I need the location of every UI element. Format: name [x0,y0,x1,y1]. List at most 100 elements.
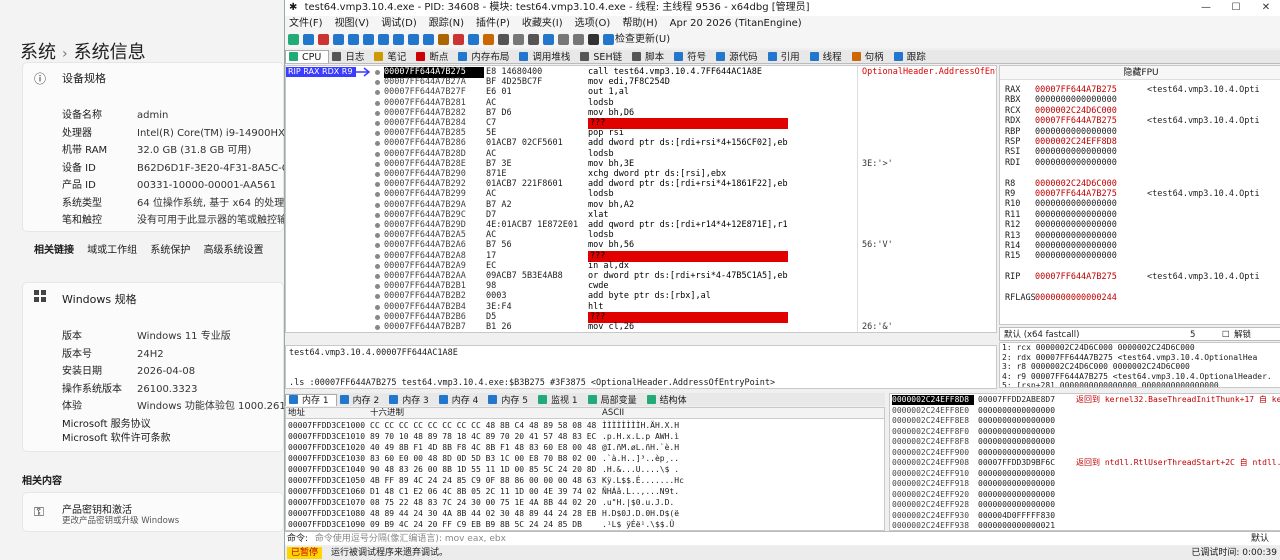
tab-log[interactable]: 日志 [329,51,371,63]
command-input[interactable]: 命令使用逗号分隔(像汇编语言): mov eax, ebx [315,534,506,544]
register-value[interactable]: 00007FF644A7B275 [1035,189,1147,199]
breakpoint-dot[interactable] [375,243,380,249]
breakpoint-dot[interactable] [375,233,380,239]
tab-symbols[interactable]: 符号 [671,51,713,63]
command-mode-select[interactable]: 默认 [1251,532,1269,546]
register-value[interactable]: 0000000000000000 [1035,210,1147,220]
cpu-disassembly-pane[interactable]: RIP RAX RDX R9 00007FF644A7B275 E8 146804… [285,65,997,333]
breakpoint-dot[interactable] [375,202,380,208]
register-value[interactable]: 0000000000000000 [1035,199,1147,209]
font-icon[interactable] [528,34,539,45]
register-value[interactable]: 0000002C24EFF8D8 [1035,137,1147,147]
breakpoint-dot[interactable] [375,223,380,228]
dump-tab[interactable]: 内存 1 [285,394,337,406]
close-icon[interactable] [453,34,464,45]
label-icon[interactable] [513,34,524,45]
breakpoint-dot[interactable] [375,141,380,147]
trace-over-icon[interactable] [408,34,419,45]
breakpoint-dot[interactable] [375,274,380,279]
register-value[interactable]: 0000000000000000 [1035,231,1147,241]
breakpoint-dot[interactable] [375,131,380,137]
register-row[interactable]: R14 0000000000000000 [1005,241,1147,251]
pause-icon[interactable] [348,34,359,45]
calc-icon[interactable] [558,34,569,45]
breakpoint-dot[interactable] [375,100,380,106]
register-row[interactable] [1005,168,1147,178]
tab-notes[interactable]: 笔记 [371,51,413,63]
register-row[interactable]: RCX 0000002C24D6C000 [1005,106,1147,116]
register-row[interactable]: R9 00007FF644A7B275 <test64.vmp3.10.4.Opti [1005,189,1260,199]
run-icon[interactable] [333,34,344,45]
menu-item[interactable]: 跟踪(N) [429,18,464,29]
register-value[interactable]: 0000000000000000 [1035,147,1147,157]
memory-dump-pane[interactable]: 地址 十六进制 ASCII 00007FFDD3CE1000 CC CC CC C… [285,407,885,531]
register-value[interactable]: 00007FF644A7B275 [1035,272,1147,282]
maximize-icon[interactable]: ☐ [1221,0,1251,16]
breakpoint-dot[interactable] [375,212,380,218]
register-row[interactable]: RSP 0000002C24EFF8D8 [1005,137,1147,147]
register-row[interactable] [1005,262,1147,272]
minimize-icon[interactable]: — [1191,0,1221,16]
dump-tab[interactable]: 内存 3 [386,395,436,406]
menu-item[interactable]: 调试(D) [381,18,417,29]
link-ms-license[interactable]: Microsoft 软件许可条款 [62,429,171,444]
menu-item[interactable]: 视图(V) [335,18,370,29]
register-value[interactable]: 0000000000000000 [1035,158,1147,168]
breakpoint-dot[interactable] [375,192,380,198]
breakpoint-dot[interactable] [375,151,380,157]
breakpoint-dot[interactable] [375,90,380,96]
unlock-checkbox[interactable]: ☐ [1222,328,1230,342]
arg-count-spinner[interactable]: 5 [1190,328,1195,342]
tab-source[interactable]: 源代码 [713,51,765,63]
close-icon[interactable]: ✕ [1251,0,1280,16]
register-value[interactable]: 0000000000000000 [1035,127,1147,137]
tab-trace[interactable]: 跟踪 [891,51,933,63]
breakpoint-dot[interactable] [375,110,380,116]
menu-item[interactable]: 插件(P) [476,18,510,29]
register-row[interactable]: RDI 0000000000000000 [1005,158,1147,168]
registers-pane[interactable]: 隐藏FPU RAX 00007FF644A7B275 <test64.vmp3.10… [999,65,1280,325]
breakpoint-dot[interactable] [375,304,380,310]
register-value[interactable]: 0000000000000000 [1035,95,1147,105]
link-system-protection[interactable]: 系统保护 [150,236,190,266]
breakpoint-dot[interactable] [375,314,380,320]
settings-icon[interactable] [588,34,599,45]
register-value[interactable]: 00007FF644A7B275 [1035,85,1147,95]
register-value[interactable]: 00007FF644A7B275 [1035,116,1147,126]
tab-handles[interactable]: 句柄 [849,51,891,63]
step-over-icon[interactable] [378,34,389,45]
breakpoint-dot[interactable] [375,80,380,86]
breakpoint-dot[interactable] [375,253,380,259]
register-row[interactable]: RAX 00007FF644A7B275 <test64.vmp3.10.4.Opt… [1005,85,1260,95]
register-row[interactable]: RBX 0000000000000000 [1005,95,1147,105]
breakpoint-dot[interactable] [375,172,380,177]
step-into-icon[interactable] [363,34,374,45]
register-value[interactable]: 0000002C24D6C000 [1035,106,1147,116]
argument-row[interactable]: 2: rdx 00007FF644A7B275 <test64.vmp3.10.… [1000,353,1280,363]
register-value[interactable]: 0000000000000244 [1035,293,1147,303]
arguments-pane[interactable]: 1: rcx 0000002C24D6C000 0000002C24D6C000… [999,342,1280,388]
link-domain-workgroup[interactable]: 域或工作组 [87,236,137,266]
register-row[interactable]: R15 0000000000000000 [1005,251,1147,261]
register-row[interactable]: RSI 0000000000000000 [1005,147,1147,157]
breakpoint-dot[interactable] [375,294,380,300]
dump-tab[interactable]: 内存 5 [485,395,535,406]
tab-cpu[interactable]: CPU [285,50,330,63]
register-row[interactable] [1005,283,1147,293]
stack-pane[interactable]: 0000002C24EFF8D8 00007FFDD2ABE8D7 返回到 kern… [889,393,1280,531]
dump-tab[interactable]: 结构体 [644,395,694,406]
register-row[interactable]: R8 0000002C24D6C000 [1005,179,1147,189]
argument-row[interactable]: 3: r8 0000002C24D6C000 0000002C24D6C000 [1000,362,1280,372]
breakpoint-dot[interactable] [375,161,380,167]
tab-memory-map[interactable]: 内存布局 [455,51,516,63]
register-value[interactable]: 0000000000000000 [1035,220,1147,230]
tab-call-stack[interactable]: 调用堆栈 [516,51,577,63]
disasm-row[interactable]: 00007FF644A7B2B7 B1 26 mov cl,26 26:'&' [372,322,996,332]
register-row[interactable]: R12 0000000000000000 [1005,220,1147,230]
menu-item[interactable]: 帮助(H) [622,18,657,29]
link-ms-services[interactable]: Microsoft 服务协议 [62,415,151,430]
breakpoint-dot[interactable] [375,182,380,188]
menu-item[interactable]: 文件(F) [289,18,323,29]
hash-icon[interactable] [543,34,554,45]
tab-references[interactable]: 引用 [765,51,807,63]
